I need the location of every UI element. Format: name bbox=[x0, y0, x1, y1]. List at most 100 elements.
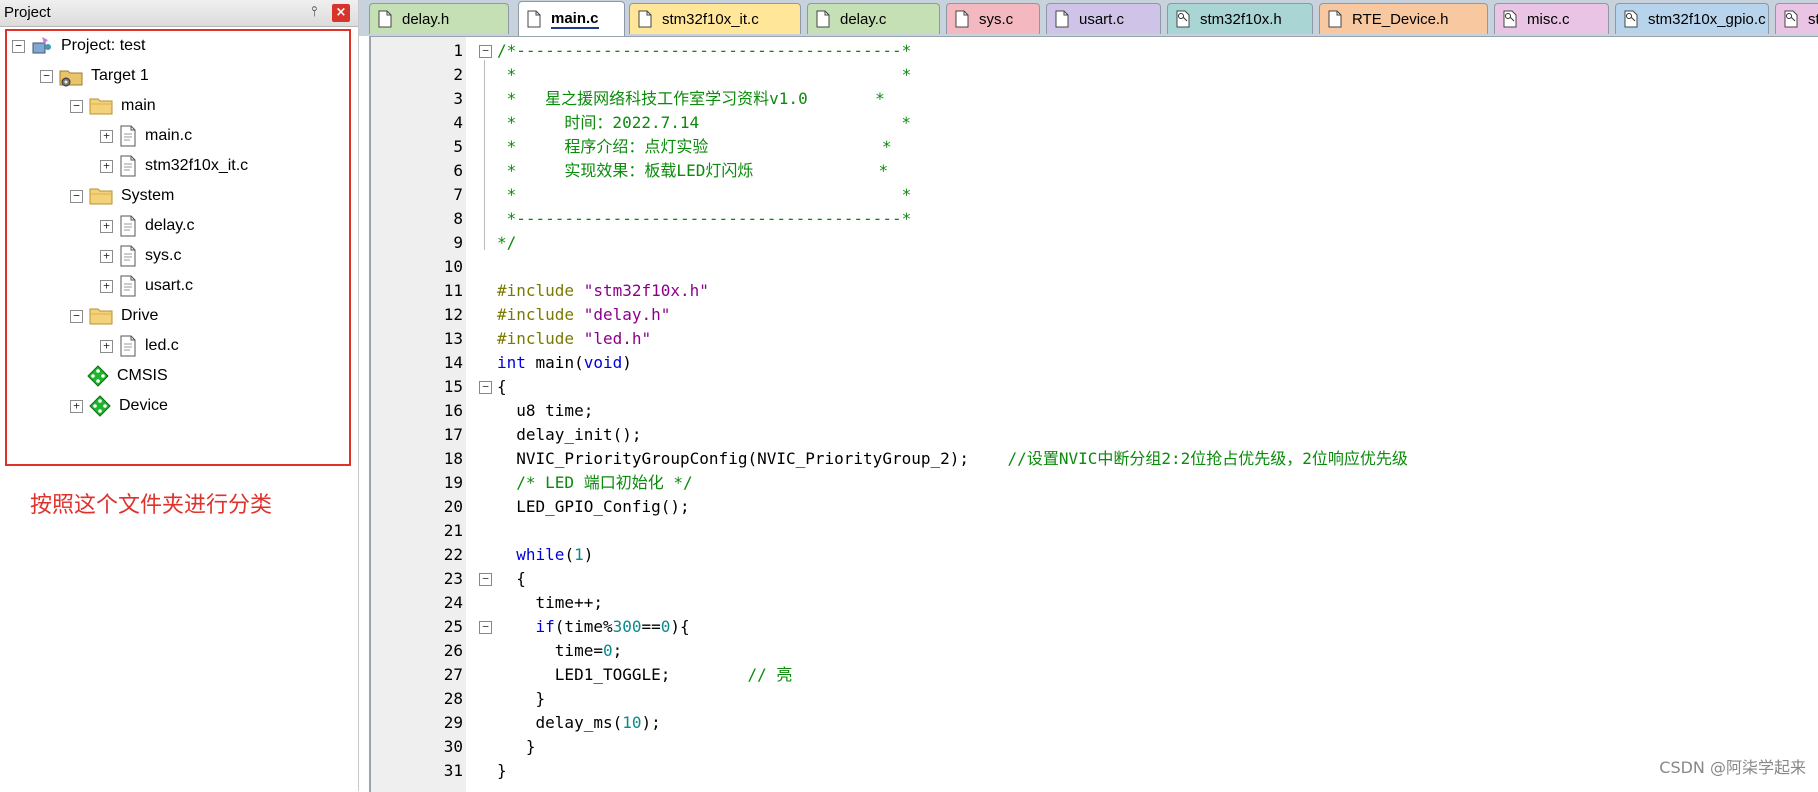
tree-item-project-test[interactable]: − Project: test bbox=[12, 33, 145, 59]
tree-expander-icon[interactable]: − bbox=[70, 99, 83, 113]
code-token: */ bbox=[497, 233, 517, 252]
tree-expander-icon[interactable]: + bbox=[100, 129, 113, 143]
tab-usart-c[interactable]: usart.c bbox=[1046, 3, 1161, 34]
tree-item-label: Project: test bbox=[61, 37, 146, 54]
tree-expander-icon[interactable]: − bbox=[40, 69, 53, 83]
tree-item-target-1[interactable]: − Target 1 bbox=[40, 63, 149, 89]
code-line[interactable]: * * bbox=[497, 63, 912, 87]
tree-item-label: Target 1 bbox=[91, 67, 149, 84]
tree-item-main-c[interactable]: + main.c bbox=[100, 123, 192, 149]
code-token: * * bbox=[497, 185, 912, 204]
code-line[interactable]: time++; bbox=[497, 591, 603, 615]
code-line[interactable]: delay_init(); bbox=[497, 423, 641, 447]
code-area[interactable]: 1 2 3 4 5 6 7 8 9 10 11 12 13 14 15 16 17 18 19 20 21 22 23 24 2… bbox=[369, 36, 1818, 792]
tree-expander-icon[interactable]: + bbox=[100, 219, 113, 233]
line-number: 12 bbox=[443, 305, 463, 324]
code-token: void bbox=[583, 353, 623, 372]
line-number: 16 bbox=[443, 401, 463, 420]
code-line[interactable]: NVIC_PriorityGroupConfig(NVIC_PriorityGr… bbox=[497, 447, 1408, 471]
fold-toggle-icon[interactable]: − bbox=[479, 45, 492, 58]
tree-expander-icon[interactable]: + bbox=[100, 249, 113, 263]
tree-item-device[interactable]: + Device bbox=[70, 393, 168, 419]
code-line[interactable]: /*--------------------------------------… bbox=[497, 39, 911, 63]
code-token: while bbox=[516, 545, 565, 564]
annotation-text: 按照这个文件夹进行分类 bbox=[30, 493, 273, 518]
code-line[interactable]: { bbox=[497, 567, 526, 591]
tree-item-system[interactable]: − System bbox=[70, 183, 174, 209]
code-line[interactable]: #include "delay.h" bbox=[497, 303, 670, 327]
code-line[interactable]: time=0; bbox=[497, 639, 622, 663]
tree-item-led-c[interactable]: + led.c bbox=[100, 333, 179, 359]
tree-item-drive[interactable]: − Drive bbox=[70, 303, 158, 329]
code-line[interactable]: * 时间：2022.7.14 * bbox=[497, 111, 911, 135]
tab-stm32f10x-it-c[interactable]: stm32f10x_it.c bbox=[629, 3, 801, 34]
tree-expander-icon[interactable]: − bbox=[70, 189, 83, 203]
code-line[interactable]: * 程序介绍：点灯实验 * bbox=[497, 135, 892, 159]
tab-misc-c[interactable]: misc.c bbox=[1494, 3, 1609, 34]
code-line[interactable]: } bbox=[497, 735, 536, 759]
tab-st[interactable]: st bbox=[1775, 3, 1818, 34]
fold-toggle-icon[interactable]: − bbox=[479, 621, 492, 634]
tab-stm32f10x-h[interactable]: stm32f10x.h bbox=[1167, 3, 1313, 34]
key-file-icon bbox=[1176, 10, 1190, 28]
code-token: LED1_TOGGLE; bbox=[497, 665, 748, 684]
line-number: 27 bbox=[443, 665, 463, 684]
code-line[interactable]: if(time%300==0){ bbox=[497, 615, 690, 639]
tree-item-cmsis[interactable]: CMSIS bbox=[70, 363, 168, 389]
tree-item-label: Drive bbox=[121, 307, 159, 324]
fold-toggle-icon[interactable]: − bbox=[479, 381, 492, 394]
tree-item-label: main bbox=[121, 97, 156, 114]
code-line[interactable]: LED_GPIO_Config(); bbox=[497, 495, 689, 519]
close-icon[interactable]: × bbox=[332, 4, 350, 22]
code-line[interactable]: int main(void) bbox=[497, 351, 632, 375]
code-line[interactable]: #include "stm32f10x.h" bbox=[497, 279, 709, 303]
code-token: 0 bbox=[602, 641, 613, 660]
code-line[interactable]: /* LED 端口初始化 */ bbox=[497, 471, 692, 495]
tab-label: RTE_Device.h bbox=[1352, 10, 1449, 28]
tree-expander-icon[interactable]: + bbox=[100, 279, 113, 293]
tree-expander-icon[interactable]: + bbox=[70, 399, 83, 413]
tree-item-delay-c[interactable]: + delay.c bbox=[100, 213, 195, 239]
line-number: 14 bbox=[443, 353, 463, 372]
code-line[interactable]: */ bbox=[497, 231, 516, 255]
tab-delay-c[interactable]: delay.c bbox=[807, 3, 940, 34]
code-line[interactable]: * * bbox=[497, 183, 912, 207]
tree-item-usart-c[interactable]: + usart.c bbox=[100, 273, 193, 299]
key-file-icon bbox=[1784, 10, 1798, 28]
code-line[interactable]: delay_ms(10); bbox=[497, 711, 661, 735]
tree-expander-icon[interactable]: − bbox=[70, 309, 83, 323]
tree-expander-icon[interactable]: + bbox=[100, 339, 113, 353]
tab-stm32f10x-gpio-c[interactable]: stm32f10x_gpio.c bbox=[1615, 3, 1769, 34]
tab-delay-h[interactable]: delay.h bbox=[369, 3, 509, 34]
code-token: "stm32f10x.h" bbox=[583, 281, 709, 300]
tab-rte-device-h[interactable]: RTE_Device.h bbox=[1319, 3, 1488, 34]
code-line[interactable]: * 星之援网络科技工作室学习资料v1.0 * bbox=[497, 87, 885, 111]
line-number: 6 bbox=[453, 161, 463, 180]
code-line[interactable]: } bbox=[497, 687, 546, 711]
pin-icon[interactable]: ⫯ bbox=[306, 4, 322, 20]
tab-sys-c[interactable]: sys.c bbox=[946, 3, 1040, 34]
code-line[interactable]: { bbox=[497, 375, 507, 399]
tree-item-main[interactable]: − main bbox=[70, 93, 156, 119]
project-icon bbox=[31, 35, 53, 57]
code-token: 0 bbox=[660, 617, 671, 636]
code-line[interactable]: LED1_TOGGLE; // 亮 bbox=[497, 663, 793, 687]
code-line[interactable]: u8 time; bbox=[497, 399, 593, 423]
code-line[interactable]: while(1) bbox=[497, 543, 593, 567]
tree-item-stm32f10x-it-c[interactable]: + stm32f10x_it.c bbox=[100, 153, 248, 179]
folder-icon bbox=[89, 97, 113, 115]
code-line[interactable]: } bbox=[497, 759, 507, 783]
tree-expander-icon[interactable]: + bbox=[100, 159, 113, 173]
tree-expander-icon[interactable]: − bbox=[12, 39, 25, 53]
tab-main-c[interactable]: main.c bbox=[518, 1, 625, 36]
fold-toggle-icon[interactable]: − bbox=[479, 573, 492, 586]
tree-item-sys-c[interactable]: + sys.c bbox=[100, 243, 181, 269]
code-line[interactable]: * 实现效果：板载LED灯闪烁 * bbox=[497, 159, 889, 183]
code-token: ( bbox=[564, 545, 575, 564]
code-line[interactable]: *---------------------------------------… bbox=[497, 207, 912, 231]
code-token: time= bbox=[497, 641, 603, 660]
line-number: 26 bbox=[443, 641, 463, 660]
code-token: u8 time; bbox=[497, 401, 594, 420]
code-line[interactable]: #include "led.h" bbox=[497, 327, 651, 351]
